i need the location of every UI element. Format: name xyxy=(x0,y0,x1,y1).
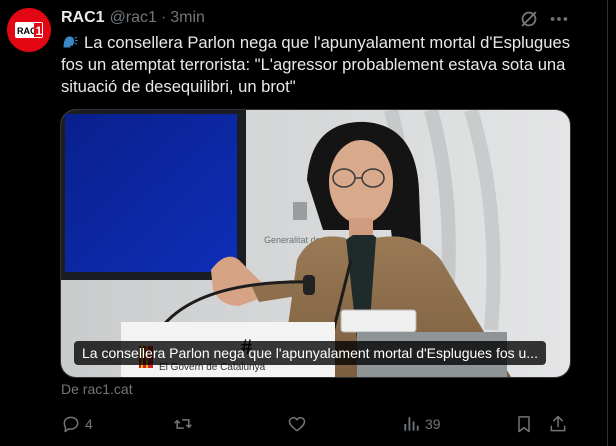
timestamp[interactable]: 3min xyxy=(170,9,205,27)
media-caption: La consellera Parlon nega que l'apunyala… xyxy=(74,341,546,365)
separator-dot: · xyxy=(160,9,167,26)
more-options-icon[interactable] xyxy=(548,8,570,30)
tweet-header: RAC1 @rac1 · 3min xyxy=(61,7,205,29)
like-button[interactable] xyxy=(287,412,311,436)
views-button[interactable]: 39 xyxy=(401,412,441,436)
media-card[interactable]: Generalitat de El Govern de Catalunya xyxy=(60,109,571,378)
action-bar: 4 39 xyxy=(0,412,607,436)
author-name[interactable]: RAC1 xyxy=(61,9,105,27)
views-icon xyxy=(404,417,419,431)
reply-count: 4 xyxy=(85,416,93,432)
retweet-button[interactable] xyxy=(173,412,197,436)
avatar[interactable]: RAC1 1 xyxy=(7,8,51,52)
grok-icon[interactable] xyxy=(518,8,540,30)
reply-icon xyxy=(63,416,79,433)
tweet-body: La consellera Parlon nega que l'apunyala… xyxy=(61,33,571,96)
retweet-icon xyxy=(174,419,192,429)
bookmark-icon xyxy=(518,416,530,433)
heart-icon xyxy=(288,417,306,432)
svg-text:1: 1 xyxy=(36,24,43,38)
timeline-divider xyxy=(607,0,608,446)
reply-button[interactable]: 4 xyxy=(61,412,93,436)
share-button[interactable] xyxy=(548,412,568,436)
views-count: 39 xyxy=(425,416,441,432)
link-source[interactable]: De rac1.cat xyxy=(61,381,133,397)
speaking-head-emoji-icon xyxy=(63,36,78,48)
news-photo: Generalitat de El Govern de Catalunya xyxy=(61,110,570,377)
tweet[interactable]: RAC1 1 RAC1 @rac1 · 3min La consellera P… xyxy=(0,0,607,446)
author-handle[interactable]: @rac1 xyxy=(110,9,157,27)
share-icon xyxy=(550,415,566,432)
bookmark-button[interactable] xyxy=(514,412,534,436)
tweet-text: La consellera Parlon nega que l'apunyala… xyxy=(61,32,576,98)
